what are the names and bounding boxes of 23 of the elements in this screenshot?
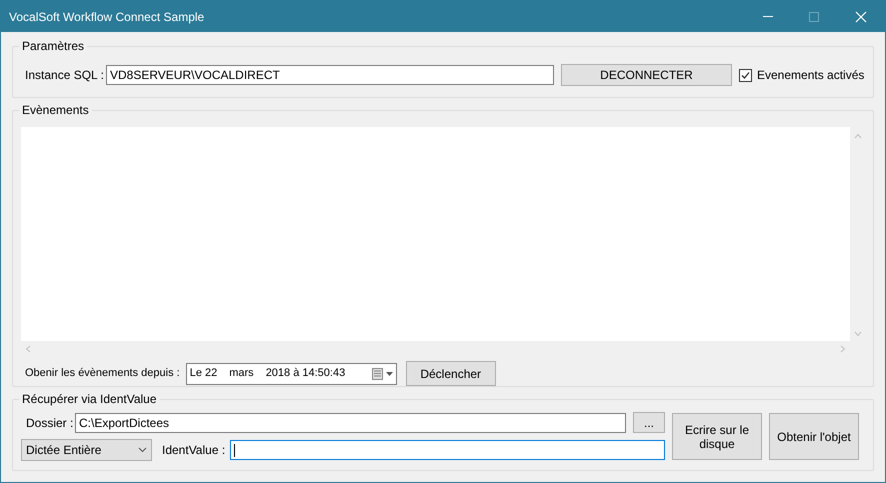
disconnect-button[interactable]: DECONNECTER [561,64,732,86]
get-object-button[interactable]: Obtenir l'objet [769,413,859,460]
identvalue-label: IdentValue : [162,442,226,459]
since-label: Obenir les évènements depuis : [25,366,180,382]
events-checkbox[interactable]: Evenements activés [739,66,864,84]
trigger-button[interactable]: Déclencher [406,361,496,386]
maximize-icon[interactable] [809,12,819,22]
group-title: Récupérer via IdentValue [19,391,160,407]
close-icon[interactable] [855,10,867,22]
folder-label: Dossier : [25,414,74,432]
date-picker[interactable]: Le 22 mars 2018 à 14:50:43 [186,362,397,384]
sql-field[interactable]: VD8SERVEUR\VOCALDIRECT [106,65,554,85]
identvalue-field[interactable] [230,440,665,460]
window-title: VocalSoft Workflow Connect Sample [9,8,206,26]
minimize-icon[interactable] [763,16,773,17]
calendar-icon[interactable] [372,368,394,380]
folder-field[interactable]: C:\ExportDictees [75,412,626,432]
sql-label: Instance SQL : [25,67,105,84]
browse-button[interactable]: ... [633,412,665,433]
chevron-icon[interactable] [138,447,147,453]
mode-dropdown[interactable]: Dictée Entière [21,439,152,461]
checkbox-icon[interactable] [739,68,752,82]
write-button[interactable]: Ecrire sur le disque [672,413,762,460]
